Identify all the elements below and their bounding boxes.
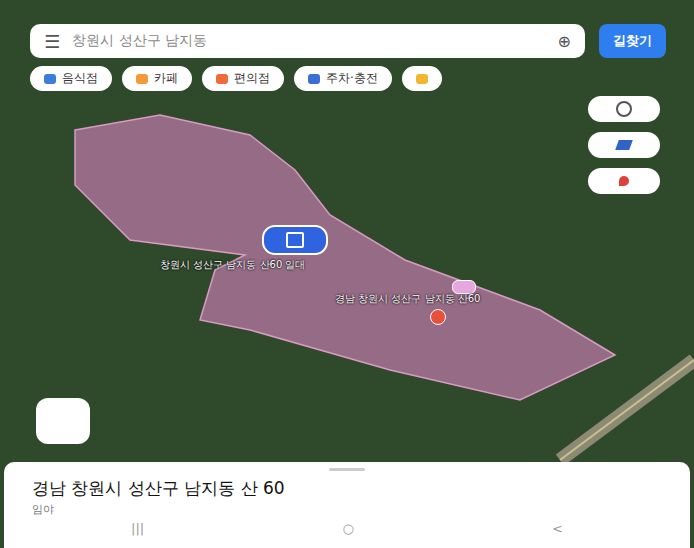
pin-button[interactable]: [588, 168, 660, 194]
road: [560, 360, 694, 460]
category-icon: [44, 74, 56, 84]
location-button[interactable]: [36, 398, 90, 444]
map-tools: [588, 96, 660, 194]
category-icon: [216, 74, 228, 84]
place-marker[interactable]: [262, 225, 328, 255]
nav-button[interactable]: ○: [332, 521, 363, 536]
map-label: 경남 창원시 성산구 남지동 산60: [335, 292, 480, 306]
parcel-area[interactable]: [75, 115, 615, 400]
settings-icon: [616, 101, 632, 117]
pin-icon: [619, 176, 629, 186]
place-sheet[interactable]: 경남 창원시 성산구 남지동 산 60 임야 ||| ○ <: [4, 462, 690, 548]
category-chip[interactable]: 주차·충전: [294, 66, 392, 91]
target-icon[interactable]: ⊕: [558, 32, 571, 51]
place-category: 임야: [32, 502, 662, 517]
layers-button[interactable]: [588, 132, 660, 158]
layer-button[interactable]: [588, 96, 660, 122]
category-icon: [416, 74, 428, 84]
category-chip[interactable]: 편의점: [202, 66, 284, 91]
pink-dot: [452, 280, 476, 294]
sheet-handle[interactable]: [329, 468, 365, 471]
category-chip[interactable]: 음식점: [30, 66, 112, 91]
layers-icon: [615, 140, 633, 150]
category-icon: [136, 74, 148, 84]
place-address: 경남 창원시 성산구 남지동 산 60: [32, 477, 662, 500]
nav-button[interactable]: <: [542, 521, 573, 536]
category-icon: [308, 74, 320, 84]
menu-icon[interactable]: ☰: [44, 31, 60, 52]
nav-button[interactable]: |||: [121, 521, 154, 536]
map-screen: ☰ 창원시 성산구 남지동 ⊕ 길찾기 음식점 카페 편의점 주차·충전 창원시…: [0, 0, 694, 548]
category-chip[interactable]: [402, 66, 442, 91]
marker-icon: [286, 232, 304, 248]
category-chip[interactable]: 카페: [122, 66, 192, 91]
map-label: 창원시 성산구 남지동 산60 일대: [160, 258, 305, 272]
search-bar[interactable]: ☰ 창원시 성산구 남지동 ⊕: [30, 24, 585, 58]
top-controls: ☰ 창원시 성산구 남지동 ⊕ 길찾기 음식점 카페 편의점 주차·충전: [30, 24, 694, 91]
red-dot: [430, 309, 446, 325]
nav-bar: ||| ○ <: [32, 521, 662, 536]
directions-button[interactable]: 길찾기: [599, 24, 666, 58]
